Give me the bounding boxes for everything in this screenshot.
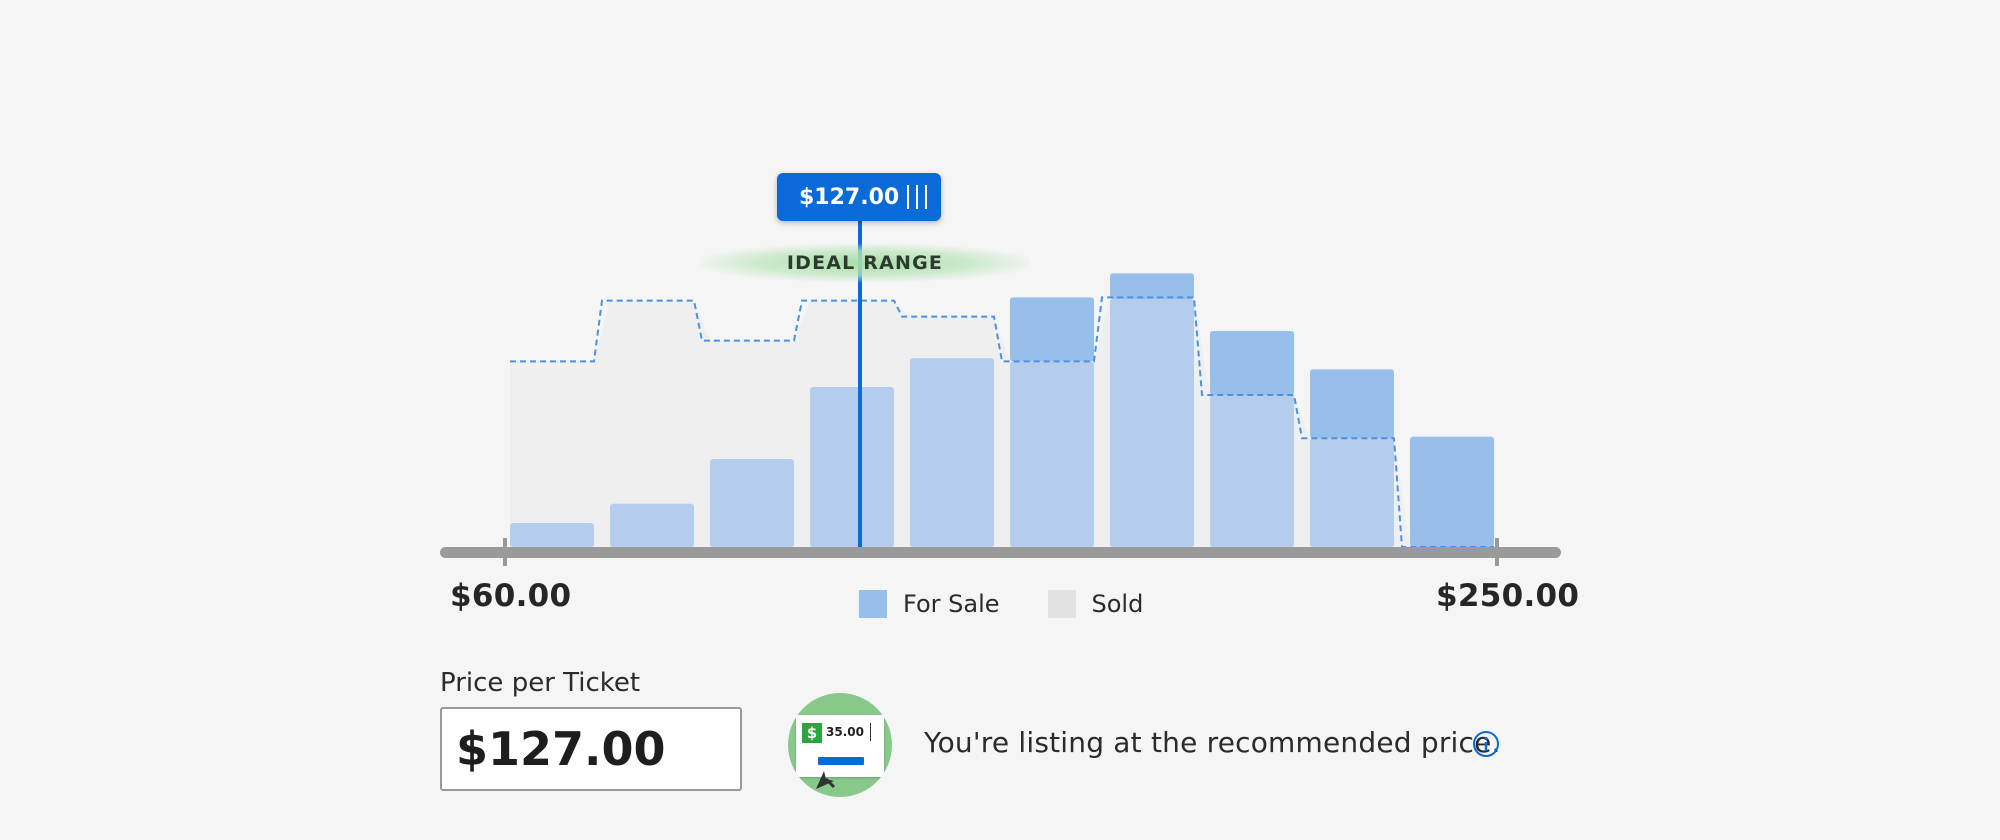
sold-swatch xyxy=(1047,590,1076,618)
slider-handle[interactable]: $127.00 xyxy=(777,173,941,221)
illustration-card: $ 35.00 xyxy=(796,715,884,789)
bar-for-sale xyxy=(1210,395,1294,547)
bar-for-sale xyxy=(1310,438,1394,547)
bar-for-sale xyxy=(610,503,694,547)
legend-for-sale-label: For Sale xyxy=(903,590,1000,618)
bar-for-sale xyxy=(710,459,794,547)
bar-for-sale xyxy=(1110,299,1194,547)
legend-sold: Sold xyxy=(1047,590,1144,618)
bar-sold xyxy=(1010,297,1094,362)
recommended-price-illustration: $ 35.00 xyxy=(788,693,892,797)
bar-for-sale xyxy=(1010,361,1094,547)
dollar-icon: $ xyxy=(802,723,822,743)
text-caret xyxy=(870,723,871,741)
bar-sold xyxy=(1210,331,1294,395)
grip-icon xyxy=(907,185,927,209)
legend-for-sale: For Sale xyxy=(859,590,1000,618)
bar-for-sale xyxy=(510,523,594,547)
slider-track[interactable] xyxy=(440,547,1561,558)
min-price-label: $60.00 xyxy=(450,578,572,614)
legend-sold-label: Sold xyxy=(1091,590,1144,618)
bar-sold xyxy=(1410,436,1494,547)
bar-sold xyxy=(1110,273,1194,299)
price-distribution-chart xyxy=(440,221,1561,566)
for-sale-swatch xyxy=(859,590,887,618)
chart-legend: For Sale Sold xyxy=(859,590,1191,618)
cursor-icon xyxy=(816,771,836,789)
slider-min-tick xyxy=(503,538,507,566)
bar-sold xyxy=(1310,369,1394,439)
slider-handle-value: $127.00 xyxy=(799,184,900,210)
price-picker: IDEAL RANGE $127.00 $60.00 $250.00 For S… xyxy=(0,0,2000,840)
info-icon[interactable] xyxy=(1472,730,1500,758)
recommendation-message: You're listing at the recommended price. xyxy=(924,726,1501,759)
bar-for-sale xyxy=(910,358,994,547)
illustration-amount: 35.00 xyxy=(826,725,864,739)
price-field-label: Price per Ticket xyxy=(440,668,641,698)
illustration-button xyxy=(818,757,864,765)
price-per-ticket-input[interactable] xyxy=(440,707,742,791)
slider-max-tick xyxy=(1495,538,1499,566)
ideal-range-label: IDEAL RANGE xyxy=(700,244,1030,282)
max-price-label: $250.00 xyxy=(1436,578,1580,614)
bar-for-sale xyxy=(810,387,894,547)
